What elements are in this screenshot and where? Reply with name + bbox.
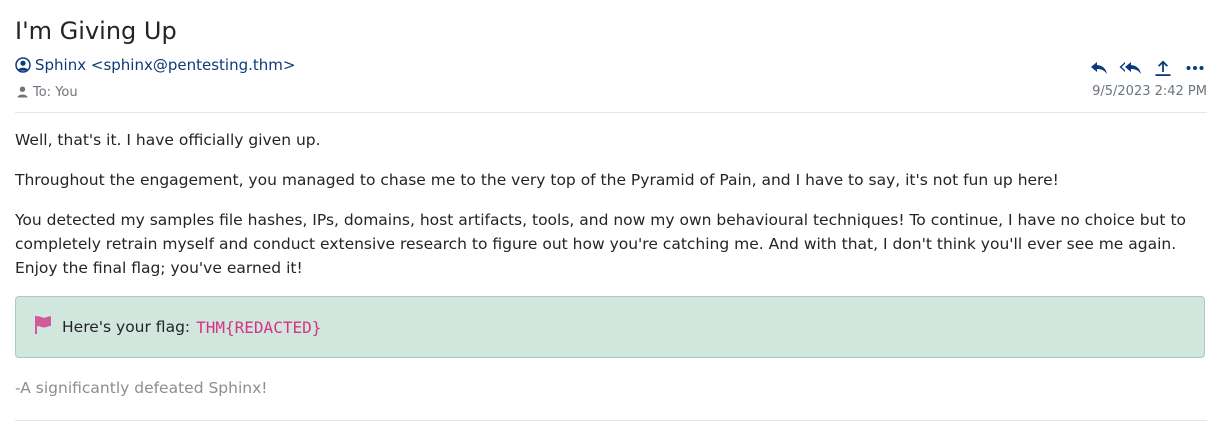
body-paragraph-2: Throughout the engagement, you managed t… xyxy=(15,171,1059,189)
user-circle-icon xyxy=(15,57,31,73)
upload-icon xyxy=(1155,60,1171,76)
body-paragraph-3: You detected my samples file hashes, IPs… xyxy=(15,211,1186,277)
email-subject: I'm Giving Up xyxy=(15,17,177,45)
recipient-line: To: You xyxy=(17,82,78,102)
more-button[interactable] xyxy=(1183,57,1207,79)
flag-label: Here's your flag: xyxy=(62,318,191,336)
sender-link[interactable]: Sphinx <sphinx@pentesting.thm> xyxy=(15,54,295,76)
reply-icon xyxy=(1091,62,1107,74)
flag-alert: Here's your flag: THM{REDACTED} xyxy=(15,296,1205,358)
email-signature: -A significantly defeated Sphinx! xyxy=(15,379,268,397)
recipient-text: To: You xyxy=(33,84,78,100)
reply-button[interactable] xyxy=(1087,57,1111,79)
forward-button[interactable] xyxy=(1151,57,1175,79)
person-icon xyxy=(17,86,28,98)
body-paragraph-1: Well, that's it. I have officially given… xyxy=(15,131,321,149)
flag-icon xyxy=(35,316,51,334)
header-divider xyxy=(15,112,1207,113)
reply-all-icon xyxy=(1119,62,1141,74)
flag-value: THM{REDACTED} xyxy=(196,317,322,337)
reply-all-button[interactable] xyxy=(1119,57,1143,79)
message-actions xyxy=(1087,57,1207,79)
more-icon xyxy=(1186,66,1204,70)
email-date: 9/5/2023 2:42 PM xyxy=(1092,84,1207,99)
footer-divider xyxy=(15,420,1207,421)
sender-name: Sphinx <sphinx@pentesting.thm> xyxy=(35,56,296,74)
